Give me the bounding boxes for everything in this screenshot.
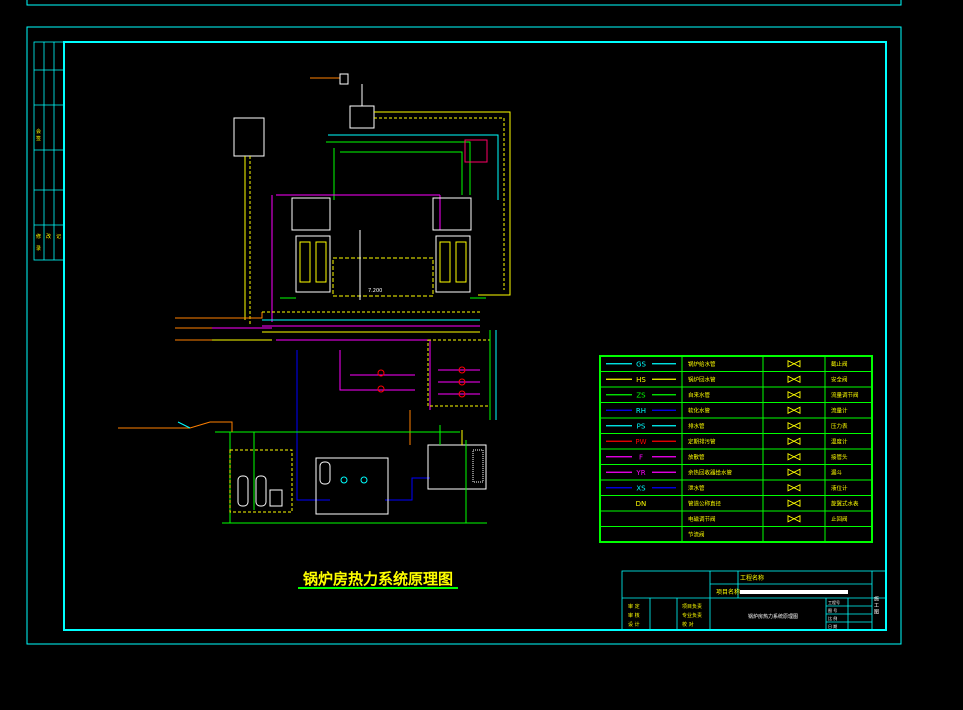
legend-pipe-code: DN	[636, 500, 647, 508]
field-drawing-no: 图 号	[828, 607, 837, 613]
svg-text:会: 会	[36, 128, 41, 135]
funnel-icon	[787, 468, 801, 476]
legend-pipe-name: 节流阀	[688, 530, 705, 538]
page-title: 锅炉房热力系统原理图	[303, 570, 453, 588]
hose-connector-icon	[787, 453, 801, 461]
legend-pipe-name: 余热回收器给水管	[688, 468, 733, 476]
pressure-gauge-icon	[787, 422, 801, 430]
svg-text:录: 录	[36, 245, 41, 252]
legend-symbol-name: 接管头	[831, 453, 848, 461]
legend-pipe-name: 管道公称直径	[688, 499, 722, 507]
legend-symbol-name: 漏斗	[831, 468, 843, 476]
legend-pipe-code: F	[639, 453, 643, 461]
svg-text:修: 修	[36, 233, 41, 240]
legend-pipe-name: 定期排污管	[688, 437, 716, 445]
legend-pipe-name: 放散管	[688, 453, 705, 461]
elevation-label: 7.200	[368, 288, 382, 294]
role-project-lead: 项目负责	[682, 603, 702, 610]
legend-pipe-code: PS	[637, 422, 646, 430]
field-project-no: 工程号	[828, 599, 840, 605]
spring-check-valve-icon	[787, 499, 801, 507]
legend-pipe-name: 电磁调节阀	[688, 515, 716, 523]
legend-pipe-name: 排水管	[688, 422, 705, 430]
piping-schematic	[118, 73, 511, 524]
legend-pipe-name: 软化水管	[688, 406, 711, 414]
role-check: 校 对	[682, 621, 694, 628]
thermometer-icon	[787, 437, 801, 445]
role-design: 设 计	[628, 621, 640, 628]
legend-pipe-name: 泄水管	[688, 484, 705, 492]
upper-valve-icon	[787, 515, 801, 523]
cad-drawing: 会签 修改记 录 7.200 锅炉房热力系统原理图 GS 锅炉给水管 截止阀HS…	[26, 0, 902, 645]
top-frame-strip	[26, 0, 902, 6]
legend-pipe-code: ZS	[636, 391, 646, 399]
role-discipline-lead: 专业负责	[682, 612, 702, 619]
legend-pipe-code: GS	[636, 360, 646, 368]
legend-pipe-code: RH	[636, 407, 646, 415]
project-name-label: 工程名称	[740, 574, 764, 582]
legend-pipe-name: 锅炉给水管	[688, 360, 716, 368]
legend-symbol-name: 温度计	[831, 437, 848, 445]
legend-pipe-code: XS	[636, 484, 646, 492]
role-review: 审 核	[628, 612, 640, 619]
legend-symbol-name: 截止阀	[831, 360, 848, 368]
svg-text:记: 记	[56, 233, 61, 240]
legend-pipe-name: 自来水管	[688, 391, 711, 399]
legend-symbol-name: 压力表	[831, 422, 848, 430]
field-date: 日 期	[828, 623, 837, 629]
legend-symbol-name: 旋翼式水表	[831, 499, 859, 507]
legend-table: GS 锅炉给水管 截止阀 HS 锅炉回水管 安全阀 ZS 自来水管 流量调节阀 RH 软化水管 流量计…	[599, 355, 873, 543]
svg-text:改: 改	[46, 233, 51, 240]
balance-valve-icon	[787, 391, 801, 399]
role-approve: 审 定	[628, 603, 640, 610]
legend-pipe-code: YR	[635, 469, 645, 477]
legend-symbol-name: 流量调节阀	[831, 391, 859, 399]
legend-symbol-name: 止回阀	[831, 515, 848, 523]
svg-text:签: 签	[36, 135, 41, 142]
legend-pipe-name: 锅炉回水管	[688, 375, 716, 383]
item-name-label: 项目名称	[716, 588, 740, 596]
drawing-name: 锅炉房热力系统原理图	[748, 613, 798, 620]
field-scale: 比 例	[828, 615, 837, 621]
legend-symbol-name: 液位计	[831, 484, 848, 492]
level-gauge-icon	[787, 484, 801, 492]
legend-pipe-code: HS	[636, 376, 646, 384]
outer-frame	[26, 26, 902, 645]
left-signoff-table	[33, 41, 65, 261]
legend-pipe-code: PW	[635, 438, 646, 446]
gate-valve-icon	[787, 360, 801, 368]
construction-mark: 施 工 图	[873, 595, 879, 615]
safety-valve-icon	[787, 375, 801, 383]
flowmeter-icon	[787, 406, 801, 414]
project-name-bar	[740, 590, 848, 594]
legend-symbol-name: 流量计	[831, 406, 848, 414]
legend-symbol-name: 安全阀	[831, 375, 848, 383]
